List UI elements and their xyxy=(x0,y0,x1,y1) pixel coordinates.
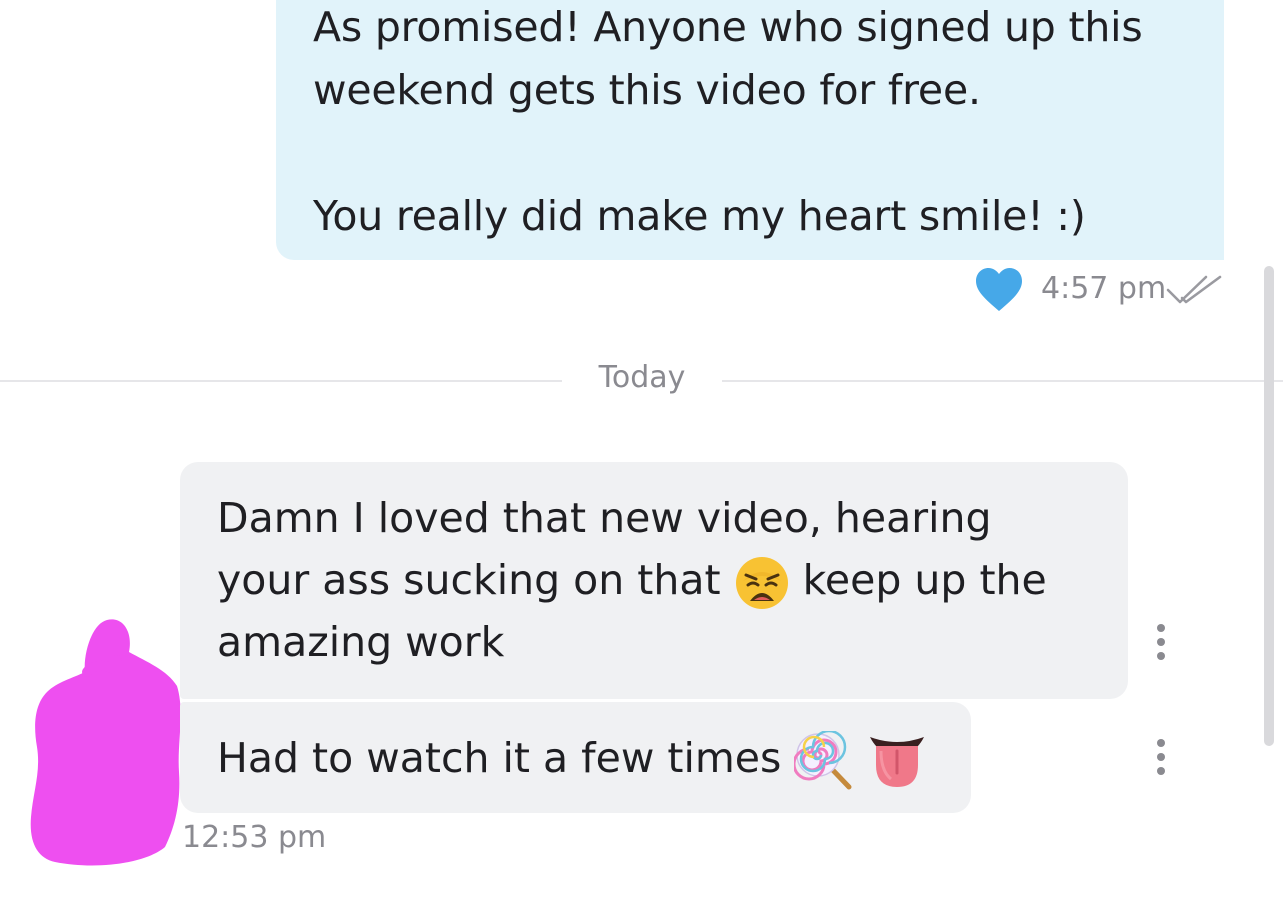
scrollbar[interactable] xyxy=(1264,266,1274,746)
outgoing-message-time: 4:57 pm xyxy=(1041,271,1167,306)
weary-face-emoji xyxy=(735,557,788,609)
incoming-message-time: 12:53 pm xyxy=(182,820,327,855)
lollipop-emoji xyxy=(794,731,852,790)
divider-line xyxy=(722,380,1283,382)
incoming-message-bubble[interactable]: Had to watch it a few times xyxy=(180,702,971,813)
double-check-icon xyxy=(1166,275,1222,304)
chat-screen: As promised! Anyone who signed up this w… xyxy=(0,0,1283,901)
more-vertical-icon[interactable] xyxy=(1155,622,1167,662)
heart-icon[interactable] xyxy=(975,267,1023,313)
divider-line xyxy=(0,380,562,382)
avatar[interactable] xyxy=(25,612,190,872)
outgoing-message-line: You really did make my heart smile! :) xyxy=(313,192,1086,240)
incoming-message-line: Damn I loved that new video, hearing xyxy=(217,494,992,542)
tongue-emoji xyxy=(870,737,925,787)
outgoing-message-meta: 4:57 pm xyxy=(970,262,1230,316)
incoming-message-line: amazing work xyxy=(217,618,505,666)
incoming-message-text: Had to watch it a few times xyxy=(217,734,782,782)
incoming-message-text: keep up the xyxy=(802,556,1047,604)
outgoing-message-bubble[interactable]: As promised! Anyone who signed up this w… xyxy=(276,0,1224,260)
incoming-message-bubble[interactable]: Damn I loved that new video, hearing you… xyxy=(180,462,1128,699)
more-vertical-icon[interactable] xyxy=(1155,737,1167,777)
outgoing-message-line: weekend gets this video for free. xyxy=(313,66,981,114)
outgoing-message-line: As promised! Anyone who signed up this xyxy=(313,3,1143,51)
incoming-message-text: your ass sucking on that xyxy=(217,556,721,604)
date-divider-label: Today xyxy=(598,360,686,395)
incoming-message-line: your ass sucking on that keep up the xyxy=(217,549,1092,611)
